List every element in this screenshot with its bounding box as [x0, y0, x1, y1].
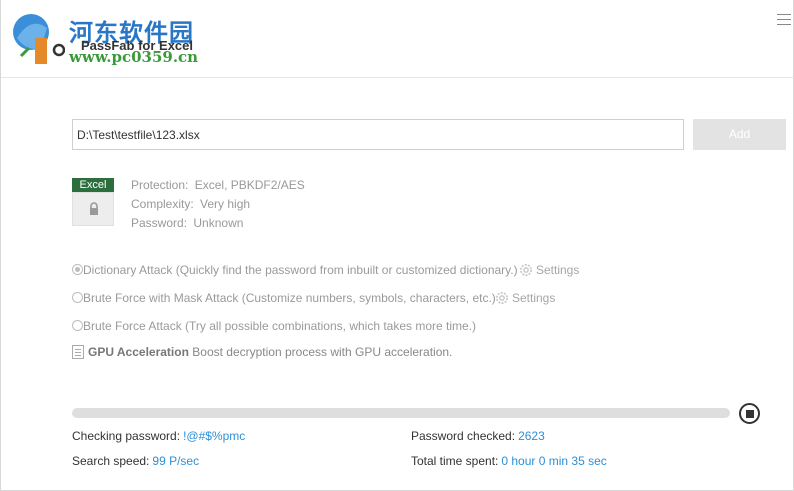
password-checked-value: 2623 [518, 429, 545, 443]
file-type-badge: Excel [72, 178, 114, 192]
password-value: Unknown [193, 216, 244, 230]
hamburger-menu-icon[interactable] [777, 14, 791, 26]
brute-force-attack-label: Brute Force Attack (Try all possible com… [83, 319, 477, 333]
dictionary-attack-radio[interactable] [72, 264, 83, 275]
mask-attack-radio[interactable] [72, 292, 83, 303]
gear-icon [496, 292, 508, 304]
app-window: 河东软件园 PassFab for Excel www.pc0359.cn Ad… [0, 0, 794, 491]
total-time-label: Total time spent: [411, 454, 499, 468]
file-thumbnail [72, 192, 114, 226]
stop-icon [745, 409, 754, 418]
protection-label: Protection: [131, 178, 189, 192]
add-button[interactable]: Add [693, 119, 786, 150]
brute-force-attack-option[interactable]: Brute Force Attack (Try all possible com… [72, 318, 476, 334]
watermark-url: www.pc0359.cn [69, 48, 199, 66]
search-speed-value: 99 P/sec [152, 454, 200, 468]
mask-settings-label: Settings [512, 291, 556, 305]
mask-attack-option[interactable]: Brute Force with Mask Attack (Customize … [72, 290, 496, 306]
brute-force-attack-radio[interactable] [72, 320, 83, 331]
checking-password-label: Checking password: [72, 429, 181, 443]
stop-button[interactable] [739, 403, 760, 424]
gpu-acceleration-title: GPU Acceleration [88, 345, 189, 359]
search-speed-label: Search speed: [72, 454, 150, 468]
dictionary-attack-option[interactable]: Dictionary Attack (Quickly find the pass… [72, 262, 518, 278]
dictionary-settings-button[interactable]: Settings [518, 262, 579, 278]
dictionary-settings-label: Settings [536, 263, 580, 277]
watermark-logo-icon [13, 14, 65, 64]
complexity-info: Complexity: Very high [131, 197, 250, 211]
password-checked-stat: Password checked: 2623 [411, 429, 545, 443]
protection-value: Excel, PBKDF2/AES [194, 178, 305, 192]
gpu-acceleration-desc: Boost decryption process with GPU accele… [192, 345, 453, 359]
dictionary-attack-label: Dictionary Attack (Quickly find the pass… [83, 263, 518, 277]
protection-info: Protection: Excel, PBKDF2/AES [131, 178, 305, 192]
mask-attack-label: Brute Force with Mask Attack (Customize … [83, 291, 496, 305]
file-path-input[interactable] [72, 119, 684, 150]
password-info: Password: Unknown [131, 216, 243, 230]
gpu-acceleration-checkbox[interactable] [72, 345, 84, 359]
complexity-label: Complexity: [131, 197, 194, 211]
complexity-value: Very high [200, 197, 251, 211]
checking-password-value: !@#$%pmc [183, 429, 246, 443]
password-label: Password: [131, 216, 188, 230]
password-checked-label: Password checked: [411, 429, 516, 443]
progress-bar [72, 408, 730, 418]
lock-icon [90, 202, 98, 215]
search-speed-stat: Search speed: 99 P/sec [72, 454, 199, 468]
gear-icon [520, 264, 532, 276]
header: 河东软件园 PassFab for Excel www.pc0359.cn [1, 0, 794, 78]
total-time-value: 0 hour 0 min 35 sec [501, 454, 607, 468]
mask-settings-button[interactable]: Settings [494, 290, 555, 306]
gpu-acceleration-option[interactable]: GPU Acceleration Boost decryption proces… [72, 344, 452, 360]
checking-password-stat: Checking password: !@#$%pmc [72, 429, 245, 443]
total-time-stat: Total time spent: 0 hour 0 min 35 sec [411, 454, 607, 468]
